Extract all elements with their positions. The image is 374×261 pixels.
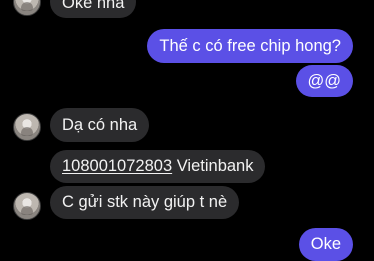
message-text: Dạ có nha — [62, 116, 138, 134]
outgoing-message[interactable]: Thế c có free chip hong? — [147, 29, 353, 63]
incoming-message[interactable]: Oke nha — [50, 0, 137, 18]
message-text: C gửi stk này giúp t nè — [62, 193, 228, 211]
contact-avatar[interactable] — [13, 192, 41, 220]
contact-avatar[interactable] — [13, 113, 41, 141]
outgoing-message[interactable]: @@ — [295, 65, 353, 97]
message-text: Thế c có free chip hong? — [159, 37, 341, 55]
chat-thread: Oke nha Thế c có free chip hong? @@ Dạ c… — [0, 0, 374, 261]
message-text: @@ — [307, 72, 342, 90]
message-text: Oke nha — [62, 0, 125, 12]
incoming-message[interactable]: 108001072803 Vietinbank — [50, 150, 266, 183]
incoming-message[interactable]: C gửi stk này giúp t nè — [50, 186, 240, 219]
account-number-link[interactable]: 108001072803 — [62, 157, 172, 175]
contact-avatar[interactable] — [13, 0, 41, 16]
incoming-message[interactable]: Dạ có nha — [50, 108, 150, 142]
message-text: Oke — [310, 235, 341, 253]
bank-name-text: Vietinbank — [176, 157, 254, 175]
outgoing-message[interactable]: Oke — [298, 228, 353, 261]
